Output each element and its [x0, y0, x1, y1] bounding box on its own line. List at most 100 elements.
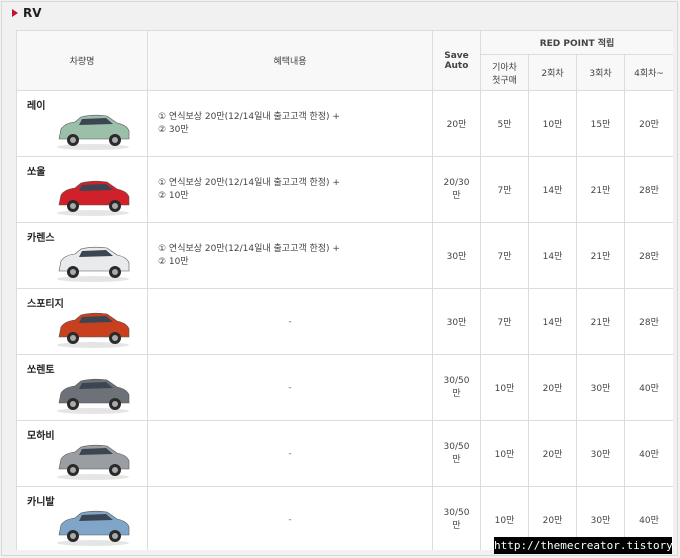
car-image-icon	[57, 246, 130, 282]
price-table-wrapper: 차량명 혜택내용 Save Auto RED POINT 적립 기아차 첫구매 …	[16, 30, 673, 550]
car-name: 모하비	[27, 431, 55, 442]
header-first-buy-line1: 기아차	[492, 62, 517, 73]
car-name: 카렌스	[27, 233, 55, 244]
benefit-cell: -	[147, 486, 433, 550]
benefit-line1: ① 연식보상 20만(12/14일내 출고고객 한정) +	[158, 243, 340, 254]
save-auto-cell: 30만	[432, 222, 481, 289]
car-name: 스포티지	[27, 299, 64, 310]
benefit-line1: ① 연식보상 20만(12/14일내 출고고객 한정) +	[158, 111, 340, 122]
save-auto-line1: 20만	[446, 120, 467, 130]
table-row: 레이 ① 연식보상 20만(12/14일내 출고고객 한정) + ② 30만 2…	[16, 90, 673, 157]
save-auto-line2: 만	[452, 191, 461, 201]
car-name: 카니발	[27, 497, 55, 508]
table-row: 스포티지 - 30만 7만 14만 21만 28만	[16, 288, 673, 355]
third-cell: 15만	[576, 90, 625, 157]
header-first-buy: 기아차 첫구매	[480, 54, 529, 91]
fourth-cell: 28만	[623, 288, 673, 355]
car-cell: 모하비	[16, 420, 148, 487]
car-cell: 레이	[16, 90, 148, 157]
benefit-cell: ① 연식보상 20만(12/14일내 출고고객 한정) + ② 10만	[147, 156, 433, 223]
header-car-name: 차량명	[16, 30, 148, 91]
save-auto-cell: 30/50 만	[432, 354, 481, 421]
header-third: 3회차	[576, 54, 625, 91]
benefit-cell: -	[147, 288, 433, 355]
table-row: 카렌스 ① 연식보상 20만(12/14일내 출고고객 한정) + ② 10만 …	[16, 222, 673, 289]
triangle-bullet-icon	[12, 9, 18, 17]
benefit-cell: ① 연식보상 20만(12/14일내 출고고객 한정) + ② 30만	[147, 90, 433, 157]
benefit-cell: -	[147, 354, 433, 421]
save-auto-line1: 20/30	[443, 178, 470, 188]
price-table: 차량명 혜택내용 Save Auto RED POINT 적립 기아차 첫구매 …	[16, 30, 673, 550]
car-image-icon	[57, 114, 130, 150]
second-cell: 14만	[528, 288, 577, 355]
benefit-cell: -	[147, 420, 433, 487]
header-second: 2회차	[528, 54, 577, 91]
benefit-line1: -	[288, 514, 292, 525]
third-cell: 21만	[576, 288, 625, 355]
first-buy-cell: 10만	[480, 354, 529, 421]
benefit-line1: ① 연식보상 20만(12/14일내 출고고객 한정) +	[158, 177, 340, 188]
car-name: 쏘울	[27, 167, 46, 178]
benefit-line1: -	[288, 382, 292, 393]
table-row: 쏘렌토 - 30/50 만 10만 20만 30만 40만	[16, 354, 673, 421]
benefit-cell: ① 연식보상 20만(12/14일내 출고고객 한정) + ② 10만	[147, 222, 433, 289]
header-benefit: 혜택내용	[147, 30, 433, 91]
table-row: 모하비 - 30/50 만 10만 20만 30만 40만	[16, 420, 673, 487]
car-image-icon	[57, 312, 130, 348]
car-cell: 카니발	[16, 486, 148, 550]
car-image-icon	[57, 510, 130, 546]
first-buy-cell: 7만	[480, 222, 529, 289]
second-cell: 20만	[528, 420, 577, 487]
second-cell: 14만	[528, 156, 577, 223]
benefit-line2: ② 10만	[158, 190, 189, 201]
save-auto-line2: 만	[452, 455, 461, 465]
car-image-icon	[57, 444, 130, 480]
save-auto-cell: 30만	[432, 288, 481, 355]
third-cell: 30만	[576, 354, 625, 421]
third-cell: 30만	[576, 420, 625, 487]
second-cell: 10만	[528, 90, 577, 157]
save-auto-line2: 만	[452, 521, 461, 531]
save-auto-line1: 30만	[446, 318, 467, 328]
section-title-text: RV	[23, 6, 42, 20]
second-cell: 14만	[528, 222, 577, 289]
car-name: 쏘렌토	[27, 365, 55, 376]
benefit-line2: ② 10만	[158, 256, 189, 267]
header-first-buy-line2: 첫구매	[492, 75, 517, 86]
fourth-cell: 28만	[623, 156, 673, 223]
save-auto-cell: 30/50 만	[432, 486, 481, 550]
save-auto-line1: 30/50	[443, 376, 470, 386]
save-auto-cell: 20/30 만	[432, 156, 481, 223]
car-cell: 스포티지	[16, 288, 148, 355]
save-auto-line2: 만	[452, 389, 461, 399]
table-row: 쏘울 ① 연식보상 20만(12/14일내 출고고객 한정) + ② 10만 2…	[16, 156, 673, 223]
fourth-cell: 40만	[623, 354, 673, 421]
header-save-auto-line1: Save	[444, 50, 469, 61]
first-buy-cell: 10만	[480, 420, 529, 487]
car-image-icon	[57, 180, 130, 216]
benefit-line2: ② 30만	[158, 124, 189, 135]
first-buy-cell: 7만	[480, 288, 529, 355]
third-cell: 21만	[576, 156, 625, 223]
header-save-auto: Save Auto	[432, 30, 481, 91]
header-fourth: 4회차~	[623, 54, 673, 91]
fourth-cell: 28만	[623, 222, 673, 289]
save-auto-line1: 30/50	[443, 508, 470, 518]
benefit-line1: -	[288, 316, 292, 327]
save-auto-cell: 20만	[432, 90, 481, 157]
car-image-icon	[57, 378, 130, 414]
section-title: RV	[12, 6, 42, 20]
save-auto-cell: 30/50 만	[432, 420, 481, 487]
first-buy-cell: 7만	[480, 156, 529, 223]
car-cell: 쏘렌토	[16, 354, 148, 421]
save-auto-line1: 30/50	[443, 442, 470, 452]
save-auto-line1: 30만	[446, 252, 467, 262]
car-cell: 쏘울	[16, 156, 148, 223]
second-cell: 20만	[528, 354, 577, 421]
first-buy-cell: 5만	[480, 90, 529, 157]
header-save-auto-line2: Auto	[444, 60, 469, 71]
watermark-url: http://themecreator.tistory.com	[494, 537, 680, 554]
fourth-cell: 40만	[623, 420, 673, 487]
fourth-cell: 20만	[623, 90, 673, 157]
car-name: 레이	[27, 101, 46, 112]
